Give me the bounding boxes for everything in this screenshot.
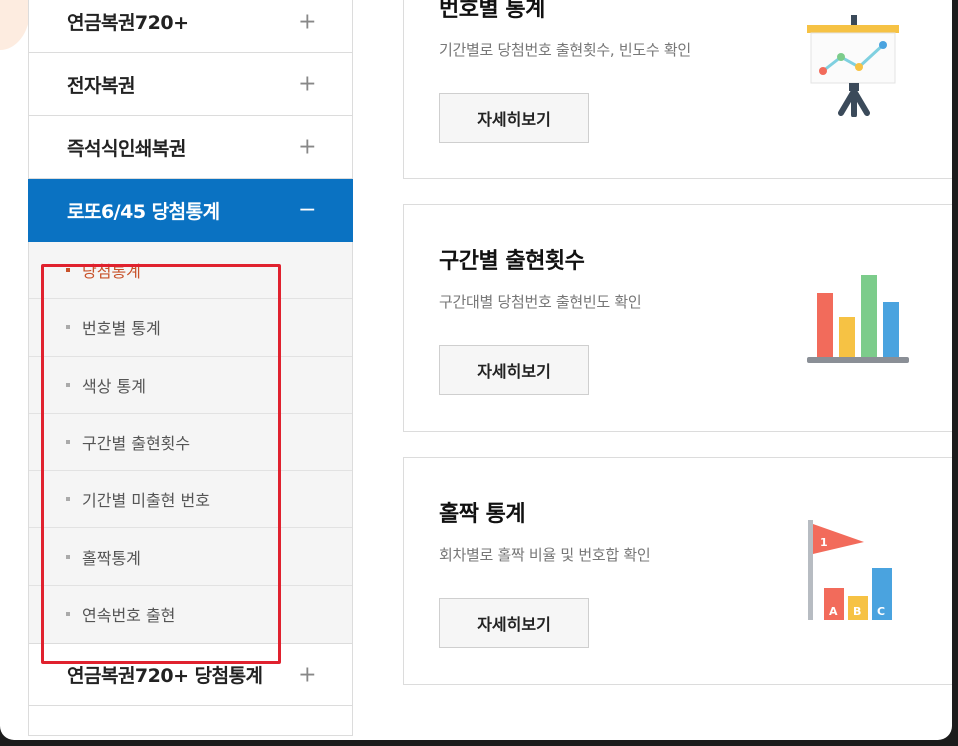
menu-item-pension-stats[interactable]: 연금복권720+ 당첨통계 + [28, 643, 353, 707]
sub-item-label: 홀짝통계 [82, 548, 141, 568]
stat-card-odd-even: 홀짝 통계 회차별로 홀짝 비율 및 번호합 확인 자세히보기 1 A B C [403, 457, 952, 685]
stat-card-range: 구간별 출현횟수 구간대별 당첨번호 출현빈도 확인 자세히보기 [403, 204, 952, 432]
menu-item-lotto-stats[interactable]: 로또6/45 당첨통계 − [28, 179, 353, 242]
expand-plus-icon[interactable]: + [298, 72, 316, 97]
abc-letter-b: B [853, 605, 861, 618]
sub-item-label: 연속번호 출현 [82, 606, 176, 626]
bullet-icon [66, 497, 70, 502]
decorative-blob [0, 0, 30, 50]
detail-button[interactable]: 자세히보기 [439, 345, 589, 395]
sub-item-label: 당첨통계 [82, 262, 141, 282]
flag-abc-icon: 1 A B C [808, 520, 892, 620]
sub-item-range-frequency[interactable]: 구간별 출현횟수 [29, 414, 352, 472]
presentation-chart-icon [807, 15, 899, 117]
abc-letter-c: C [877, 605, 885, 618]
expand-plus-icon[interactable]: + [298, 9, 316, 34]
sub-item-missing-numbers[interactable]: 기간별 미출현 번호 [29, 471, 352, 529]
bar-chart-icon [807, 275, 909, 363]
bullet-icon [66, 554, 70, 559]
flag-number-text: 1 [820, 536, 828, 549]
sub-item-number-stats[interactable]: 번호별 통계 [29, 299, 352, 357]
sub-item-winning-stats[interactable]: 당첨통계 [29, 242, 352, 300]
card-description: 회차별로 홀짝 비율 및 번호합 확인 [439, 546, 651, 564]
bullet-icon [66, 325, 70, 330]
menu-item-pension-lottery[interactable]: 연금복권720+ + [28, 0, 353, 53]
menu-item-e-lottery[interactable]: 전자복권 + [28, 53, 353, 116]
expand-plus-icon[interactable]: + [298, 662, 316, 687]
menu-item-label: 즉석식인쇄복권 [67, 137, 186, 160]
menu-item-label: 로또6/45 당첨통계 [67, 200, 220, 223]
bullet-icon [66, 440, 70, 445]
card-title: 구간별 출현횟수 [439, 249, 585, 274]
stat-card-number: 번호별 통계 기간별로 당첨번호 출현횟수, 빈도수 확인 자세히보기 [403, 0, 952, 179]
sub-item-label: 색상 통계 [82, 376, 146, 396]
menu-item-next[interactable] [28, 706, 353, 737]
expand-plus-icon[interactable]: + [298, 135, 316, 160]
detail-button[interactable]: 자세히보기 [439, 598, 589, 648]
abc-letter-a: A [829, 605, 838, 618]
bullet-icon [66, 268, 70, 273]
sub-item-label: 번호별 통계 [82, 319, 161, 339]
menu-item-label: 전자복권 [67, 74, 135, 97]
detail-button[interactable]: 자세히보기 [439, 93, 589, 143]
sub-item-consecutive[interactable]: 연속번호 출현 [29, 586, 352, 643]
sub-item-color-stats[interactable]: 색상 통계 [29, 357, 352, 414]
lotto-stats-submenu: 당첨통계 번호별 통계 색상 통계 구간별 출현횟수 기간별 미출현 번호 홀짝… [28, 242, 353, 644]
card-title: 홀짝 통계 [439, 502, 526, 527]
menu-item-label: 연금복권720+ [67, 12, 189, 34]
bullet-icon [66, 612, 70, 617]
menu-item-label: 연금복권720+ 당첨통계 [67, 665, 263, 688]
sub-item-label: 기간별 미출현 번호 [82, 491, 210, 511]
card-description: 기간별로 당첨번호 출현횟수, 빈도수 확인 [439, 41, 691, 59]
page-frame: 연금복권720+ + 전자복권 + 즉석식인쇄복권 + 로또6/45 당첨통계 … [0, 0, 952, 740]
collapse-minus-icon[interactable]: − [298, 198, 316, 223]
sub-item-label: 구간별 출현횟수 [82, 434, 191, 454]
sub-item-odd-even[interactable]: 홀짝통계 [29, 528, 352, 586]
card-title: 번호별 통계 [439, 0, 545, 22]
card-description: 구간대별 당첨번호 출현빈도 확인 [439, 293, 642, 311]
bullet-icon [66, 382, 70, 387]
menu-item-instant-lottery[interactable]: 즉석식인쇄복권 + [28, 116, 353, 179]
sidebar-nav: 연금복권720+ + 전자복권 + 즉석식인쇄복권 + 로또6/45 당첨통계 … [28, 0, 353, 737]
